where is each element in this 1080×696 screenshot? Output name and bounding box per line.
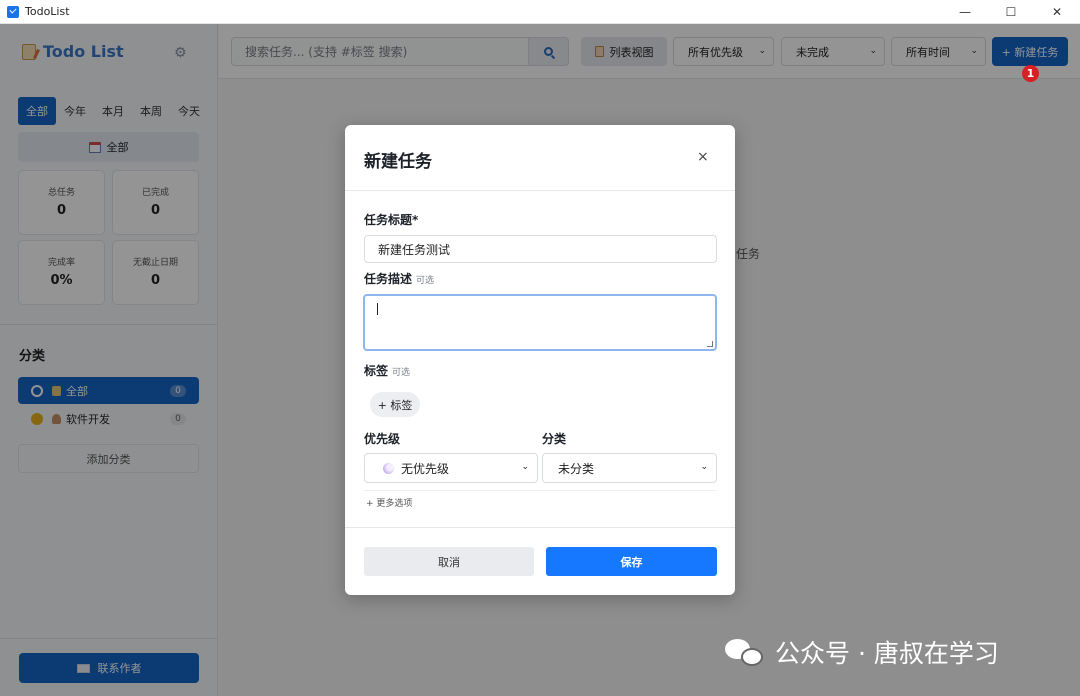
maximize-button[interactable]: ☐ <box>988 0 1034 24</box>
priority-value: 无优先级 <box>401 461 450 476</box>
task-title-label: 任务标题* <box>364 213 419 227</box>
resize-handle[interactable] <box>707 341 713 347</box>
close-window-button[interactable]: ✕ <box>1034 0 1080 24</box>
new-task-dialog: 新建任务 × 任务标题* 新建任务测试 任务描述 可选 标签 可选 + 标签 优先级… <box>345 125 735 595</box>
watermark: 公众号 · 唐叔在学习 <box>725 634 999 670</box>
tags-label: 标签 可选 <box>364 362 410 379</box>
tags-label-text: 标签 <box>364 364 389 378</box>
cancel-button[interactable]: 取消 <box>364 547 534 576</box>
window-controls: — ☐ ✕ <box>942 0 1080 24</box>
wechat-icon <box>725 637 765 667</box>
window-title: TodoList <box>25 5 70 18</box>
divider <box>364 490 717 491</box>
task-description-label: 任务描述 可选 <box>364 270 434 287</box>
watermark-text: 公众号 · 唐叔在学习 <box>775 639 999 668</box>
moon-icon <box>383 462 394 474</box>
optional-hint: 可选 <box>416 276 435 286</box>
category-value: 未分类 <box>558 461 595 476</box>
priority-select[interactable]: 无优先级 ⌄ <box>364 453 538 483</box>
chevron-down-icon: ⌄ <box>521 462 529 472</box>
task-title-input[interactable]: 新建任务测试 <box>364 235 717 263</box>
divider <box>345 190 735 191</box>
chevron-down-icon: ⌄ <box>700 462 708 472</box>
category-label: 分类 <box>542 432 567 446</box>
app-icon <box>7 5 19 18</box>
title-bar: TodoList — ☐ ✕ <box>0 0 1080 24</box>
add-tag-button[interactable]: + 标签 <box>370 392 420 417</box>
text-caret <box>377 303 378 315</box>
optional-hint: 可选 <box>392 368 411 378</box>
divider <box>345 527 735 528</box>
more-options-toggle[interactable]: + 更多选项 <box>366 496 412 509</box>
save-button[interactable]: 保存 <box>546 547 717 576</box>
task-description-textarea[interactable] <box>363 294 717 351</box>
minimize-button[interactable]: — <box>942 0 988 24</box>
category-select[interactable]: 未分类 ⌄ <box>542 453 717 483</box>
annotation-marker: 1 <box>1022 65 1039 82</box>
description-label-text: 任务描述 <box>364 272 413 286</box>
close-icon[interactable]: × <box>697 149 709 165</box>
priority-label: 优先级 <box>364 432 401 446</box>
dialog-title: 新建任务 <box>364 152 432 172</box>
